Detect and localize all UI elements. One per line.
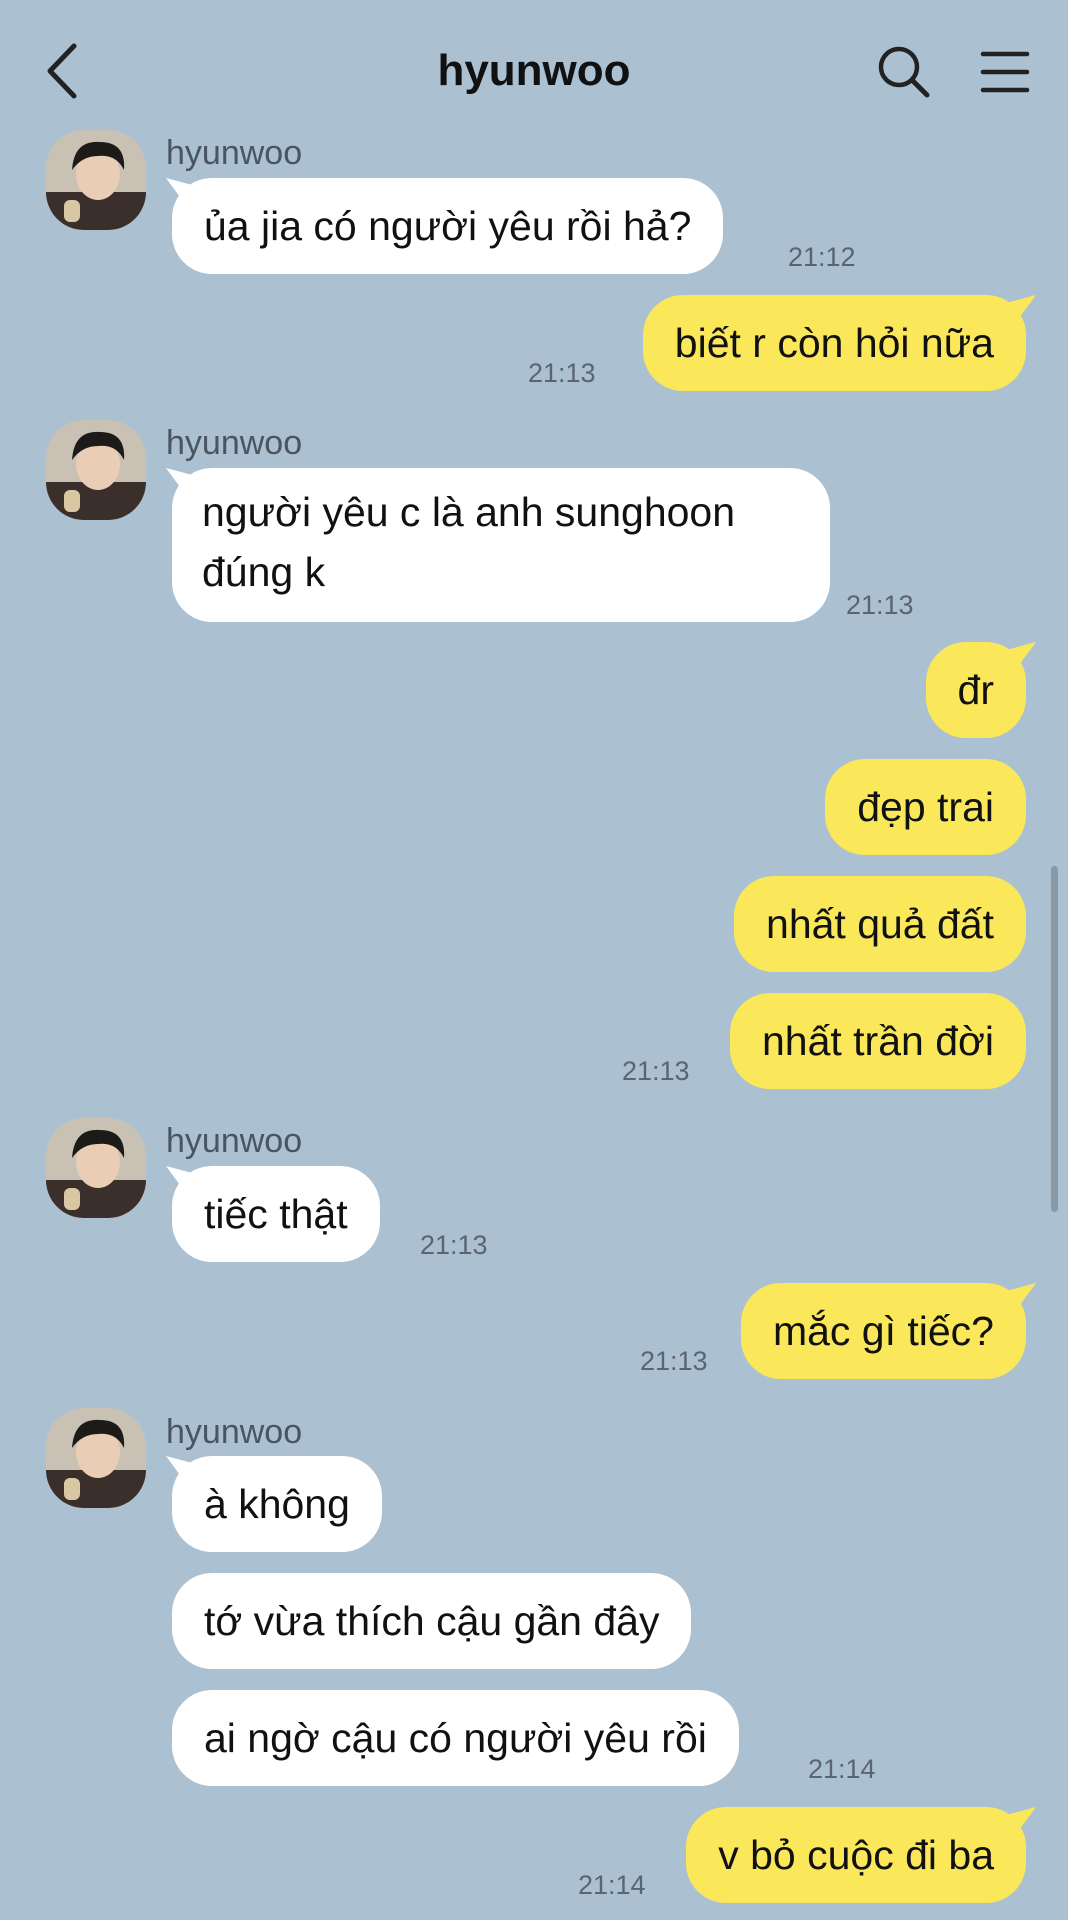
sender-name: hyunwoo [166,424,303,462]
avatar-photo [46,420,146,520]
outgoing-message-bubble[interactable]: mắc gì tiếc? [740,1283,1026,1379]
search-button[interactable] [876,44,932,100]
message-time: 21:13 [420,1230,488,1260]
message-time: 21:13 [622,1056,690,1086]
message-time: 21:14 [578,1870,646,1900]
outgoing-message-bubble[interactable]: đr [925,642,1026,738]
scrollbar-thumb[interactable] [1051,866,1058,1212]
incoming-message-bubble[interactable]: ủa jia có người yêu rồi hả? [172,178,724,274]
outgoing-message-bubble[interactable]: nhất quả đất [734,876,1026,972]
avatar-photo [46,1118,146,1218]
avatar-photo [46,1408,146,1508]
avatar[interactable] [46,1118,146,1218]
message-time: 21:13 [528,358,596,388]
incoming-message-bubble[interactable]: ai ngờ cậu có người yêu rồi [172,1690,739,1786]
message-time: 21:13 [846,590,914,620]
sender-name: hyunwoo [166,1413,303,1451]
sender-name: hyunwoo [166,134,303,172]
incoming-message-bubble[interactable]: người yêu c là anh sunghoon đúng k [172,468,830,622]
outgoing-message-bubble[interactable]: nhất trần đời [729,993,1026,1089]
search-icon [878,46,930,98]
avatar[interactable] [46,420,146,520]
incoming-message-bubble[interactable]: à không [172,1456,382,1552]
sender-name: hyunwoo [166,1122,303,1160]
chat-header: hyunwoo [0,0,1068,130]
avatar[interactable] [46,130,146,230]
outgoing-message-bubble[interactable]: biết r còn hỏi nữa [642,295,1026,391]
message-time: 21:12 [788,242,856,272]
outgoing-message-bubble[interactable]: v bỏ cuộc đi ba [686,1807,1026,1903]
message-time: 21:14 [808,1754,876,1784]
menu-button[interactable] [980,48,1030,96]
incoming-message-bubble[interactable]: tớ vừa thích cậu gần đây [172,1573,692,1669]
message-time: 21:13 [640,1346,708,1376]
avatar[interactable] [46,1408,146,1508]
incoming-message-bubble[interactable]: tiếc thật [172,1166,380,1262]
hamburger-menu-icon [980,51,1030,93]
outgoing-message-bubble[interactable]: đẹp trai [825,759,1026,855]
avatar-photo [46,130,146,230]
